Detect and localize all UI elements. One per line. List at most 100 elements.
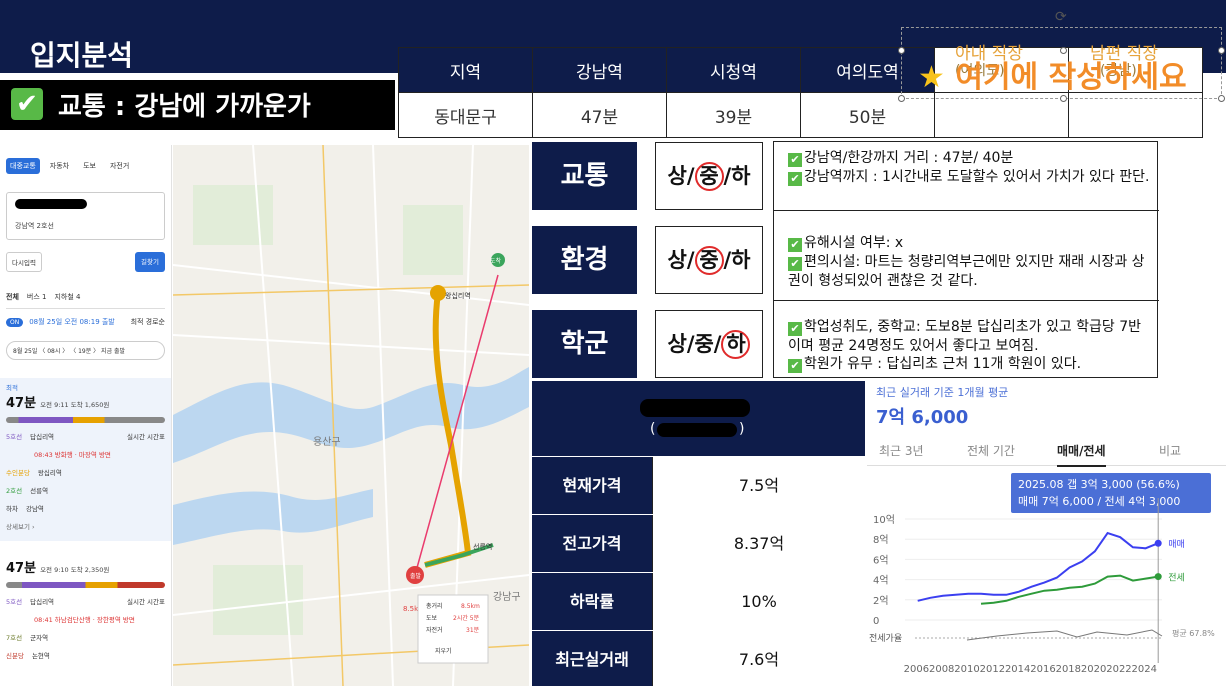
time-selector[interactable]: 8월 25일 〈 08시 〉 〈 19분 〉 지금 출발 xyxy=(6,341,165,360)
price-key: 하락률 xyxy=(569,592,615,611)
tab-car[interactable]: 자동차 xyxy=(46,158,73,174)
stop-line: 하차 xyxy=(6,505,18,513)
note-traffic-2: ✔ 강남역까지 : 1시간내로 도달할수 있어서 가치가 있다 판단. xyxy=(788,168,1150,187)
y-tick-label: 6억 xyxy=(873,554,889,566)
price-row: 전고가격 8.37억 xyxy=(532,514,865,573)
check-icon: ✔ xyxy=(788,359,802,373)
x-tick-label: 2006 xyxy=(904,664,929,675)
resize-handle[interactable] xyxy=(898,47,905,54)
grade-selected: 중 xyxy=(694,246,724,275)
x-tick-label: 2024 xyxy=(1132,664,1157,675)
divider xyxy=(774,300,1159,301)
checkbox-icon: ✔ xyxy=(11,88,43,120)
route2-time: 47분 xyxy=(6,561,37,576)
check-icon: ✔ xyxy=(788,238,802,252)
check-icon: ✔ xyxy=(788,153,802,167)
price-table-header: ( ) xyxy=(532,381,865,456)
x-tick-label: 2020 xyxy=(1081,664,1106,675)
stop-name: 선릉역 xyxy=(30,487,49,495)
filter-bus[interactable]: 버스 1 xyxy=(27,292,47,302)
check-icon: ✔ xyxy=(788,172,802,186)
price-row: 하락률 10% xyxy=(532,572,865,631)
route-option-1[interactable]: 최적 47분 오전 9:11 도착 1,650원 5호선 답십리역 실시간 시간표 0… xyxy=(0,378,171,541)
paren-close: ) xyxy=(739,421,745,437)
resize-handle[interactable] xyxy=(1218,95,1225,102)
price-value: 7.5억 xyxy=(652,457,865,515)
chart-svg: 10억 8억 6억 4억 2억 0 2006 2008 2010 2012 2014 2016 2018… xyxy=(869,498,1215,675)
route1-info: 오전 9:11 도착 1,650원 xyxy=(40,401,110,409)
note-school-1: ✔ 학업성취도, 중학교: 도보8분 답십리초가 있고 학급당 7반이며 평균 2… xyxy=(788,318,1150,356)
series-line-매매 xyxy=(917,531,1159,602)
ratio-label: 전세가율 xyxy=(869,633,902,644)
popup-key: 자전거 xyxy=(426,626,443,634)
destination-field[interactable]: 강남역 2호선 xyxy=(15,221,54,231)
tab-walk[interactable]: 도보 xyxy=(79,158,100,174)
check-icon: ✔ xyxy=(788,257,802,271)
stop-desc: 08:41 하남검단산행 · 장한평역 방면 xyxy=(34,616,135,624)
ratio-avg-label: 평균 67.8% xyxy=(1172,628,1215,638)
td-wife[interactable] xyxy=(934,92,1069,138)
filter-subway[interactable]: 지하철 4 xyxy=(54,292,80,302)
route2-bar xyxy=(6,582,165,588)
route-app-panel: 대중교통 자동차 도보 자전거 강남역 2호선 다시입력 길찾기 전체 버스 1… xyxy=(0,145,172,686)
route-map[interactable]: 출발 도착 용산구 선릉역 왕십리역 강남구 8.5km 총거리 8.5km 도… xyxy=(173,145,529,686)
best-label: 최적 xyxy=(6,384,18,392)
resize-handle[interactable] xyxy=(1060,95,1067,102)
grade-selected: 하 xyxy=(721,330,751,359)
series-endpoint xyxy=(1154,573,1162,581)
stop-line: 5호선 xyxy=(6,598,23,606)
route-input-box[interactable]: 강남역 2호선 xyxy=(6,192,165,240)
slide: 입지분석 ✔ 교통 : 강남에 가까운가 지역 강남역 시청역 여의도역 동대문… xyxy=(0,0,1226,686)
series-end-label: 매매 xyxy=(1168,539,1185,550)
price-chart: 최근 실거래 기준 1개월 평균 7억 6,000 최근 3년 전체 기간 매매… xyxy=(867,378,1226,686)
filter-all[interactable]: 전체 xyxy=(6,292,19,302)
stop-extra[interactable]: 실시간 시간표 xyxy=(127,431,165,441)
reset-button[interactable]: 다시입력 xyxy=(6,252,42,272)
note-text: 강남역까지 : 1시간내로 도달할수 있어서 가치가 있다 판단. xyxy=(804,169,1150,185)
popup-key: 도보 xyxy=(426,615,438,622)
stop-name: 군자역 xyxy=(30,634,49,642)
stop-extra[interactable]: 실시간 시간표 xyxy=(127,596,165,606)
td-husband[interactable] xyxy=(1068,92,1203,138)
resize-handle[interactable] xyxy=(1218,47,1225,54)
grade-part: 상/중/ xyxy=(667,332,722,356)
on-toggle[interactable]: ON xyxy=(6,317,24,327)
stop-name: 왕십리역 xyxy=(37,469,62,477)
x-tick-label: 2018 xyxy=(1056,664,1081,675)
grade-selected: 중 xyxy=(694,162,724,191)
note-traffic-1: ✔ 강남역/한강까지 거리 : 47분/ 40분 xyxy=(788,149,1150,168)
placeholder-hint[interactable]: ★ 여기에 작성하세요 xyxy=(918,52,1187,96)
stop-name: 답십리역 xyxy=(30,433,55,441)
x-tick-label: 2012 xyxy=(980,664,1005,675)
rotate-handle-icon[interactable]: ⟳ xyxy=(1055,9,1067,25)
popup-val: 8.5km xyxy=(461,603,480,610)
category-environment: 환경 xyxy=(532,226,637,294)
subtitle-bar: ✔ 교통 : 강남에 가까운가 xyxy=(0,80,395,130)
popup-clear-button: 지우기 xyxy=(435,647,452,655)
note-school-2: ✔ 학원가 유무 : 답십리초 근처 11개 학원이 있다. xyxy=(788,355,1150,374)
price-value: 8.37억 xyxy=(652,515,865,573)
transport-tabs: 대중교통 자동차 도보 자전거 xyxy=(0,145,171,174)
map-label: 강남구 xyxy=(493,591,521,603)
end-badge: 도착 xyxy=(490,257,502,265)
x-tick-label: 2014 xyxy=(1005,664,1030,675)
sort-select[interactable]: 최적 경로순 xyxy=(131,317,165,327)
route-option-2[interactable]: 47분 오전 9:10 도착 2,350원 5호선 답십리역 실시간 시간표 08:4… xyxy=(6,557,165,660)
x-tick-label: 2022 xyxy=(1106,664,1131,675)
resize-handle[interactable] xyxy=(898,95,905,102)
y-tick-label: 8억 xyxy=(873,534,889,546)
search-route-button[interactable]: 길찾기 xyxy=(135,252,165,272)
detail-link[interactable]: 상세보기 › xyxy=(6,521,35,531)
tab-transit[interactable]: 대중교통 xyxy=(6,158,40,174)
tab-bike[interactable]: 자전거 xyxy=(106,158,133,174)
departure-time[interactable]: 08월 25일 오전 08:19 출발 xyxy=(29,317,115,327)
grade-environment: 상/중/하 xyxy=(655,226,763,294)
price-value: 10% xyxy=(652,573,865,631)
divider xyxy=(774,210,1159,211)
td-yeouido: 50분 xyxy=(800,92,935,138)
stop-name: 강남역 xyxy=(25,505,44,513)
grade-part: /하 xyxy=(723,164,751,188)
page-title: 입지분석 xyxy=(30,39,134,72)
th-yeouido: 여의도역 xyxy=(800,47,935,93)
x-tick-label: 2008 xyxy=(929,664,954,675)
